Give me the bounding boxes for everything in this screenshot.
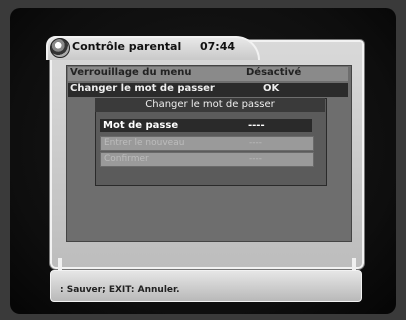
- clock: 07:44: [200, 40, 236, 53]
- dialog-title: Changer le mot de passer: [95, 98, 325, 112]
- menu-item-value: OK: [263, 83, 280, 94]
- help-text: : Sauver; EXIT: Annuler.: [60, 285, 180, 295]
- field-label: Confirmer: [104, 154, 149, 164]
- menu-item-change-password[interactable]: Changer le mot de passer OK: [68, 83, 348, 97]
- menu-item-label: Changer le mot de passer: [70, 83, 215, 94]
- panel-connector: [58, 258, 62, 270]
- field-label: Mot de passe: [103, 120, 179, 131]
- menu-item-label: Verrouillage du menu: [70, 67, 192, 78]
- page-title: Contrôle parental: [72, 40, 182, 53]
- menu-item-value: Désactivé: [246, 67, 302, 78]
- new-password-field[interactable]: Entrer le nouveau ----: [100, 136, 314, 151]
- menu-item-menu-lock[interactable]: Verrouillage du menu Désactivé: [68, 67, 348, 81]
- field-value: ----: [248, 120, 265, 131]
- confirm-password-field[interactable]: Confirmer ----: [100, 152, 314, 167]
- panel-connector: [352, 258, 356, 270]
- field-value: ----: [249, 154, 262, 164]
- parental-lock-icon: [50, 38, 70, 58]
- field-label: Entrer le nouveau: [104, 138, 185, 148]
- password-field[interactable]: Mot de passe ----: [100, 119, 312, 132]
- field-value: ----: [249, 138, 262, 148]
